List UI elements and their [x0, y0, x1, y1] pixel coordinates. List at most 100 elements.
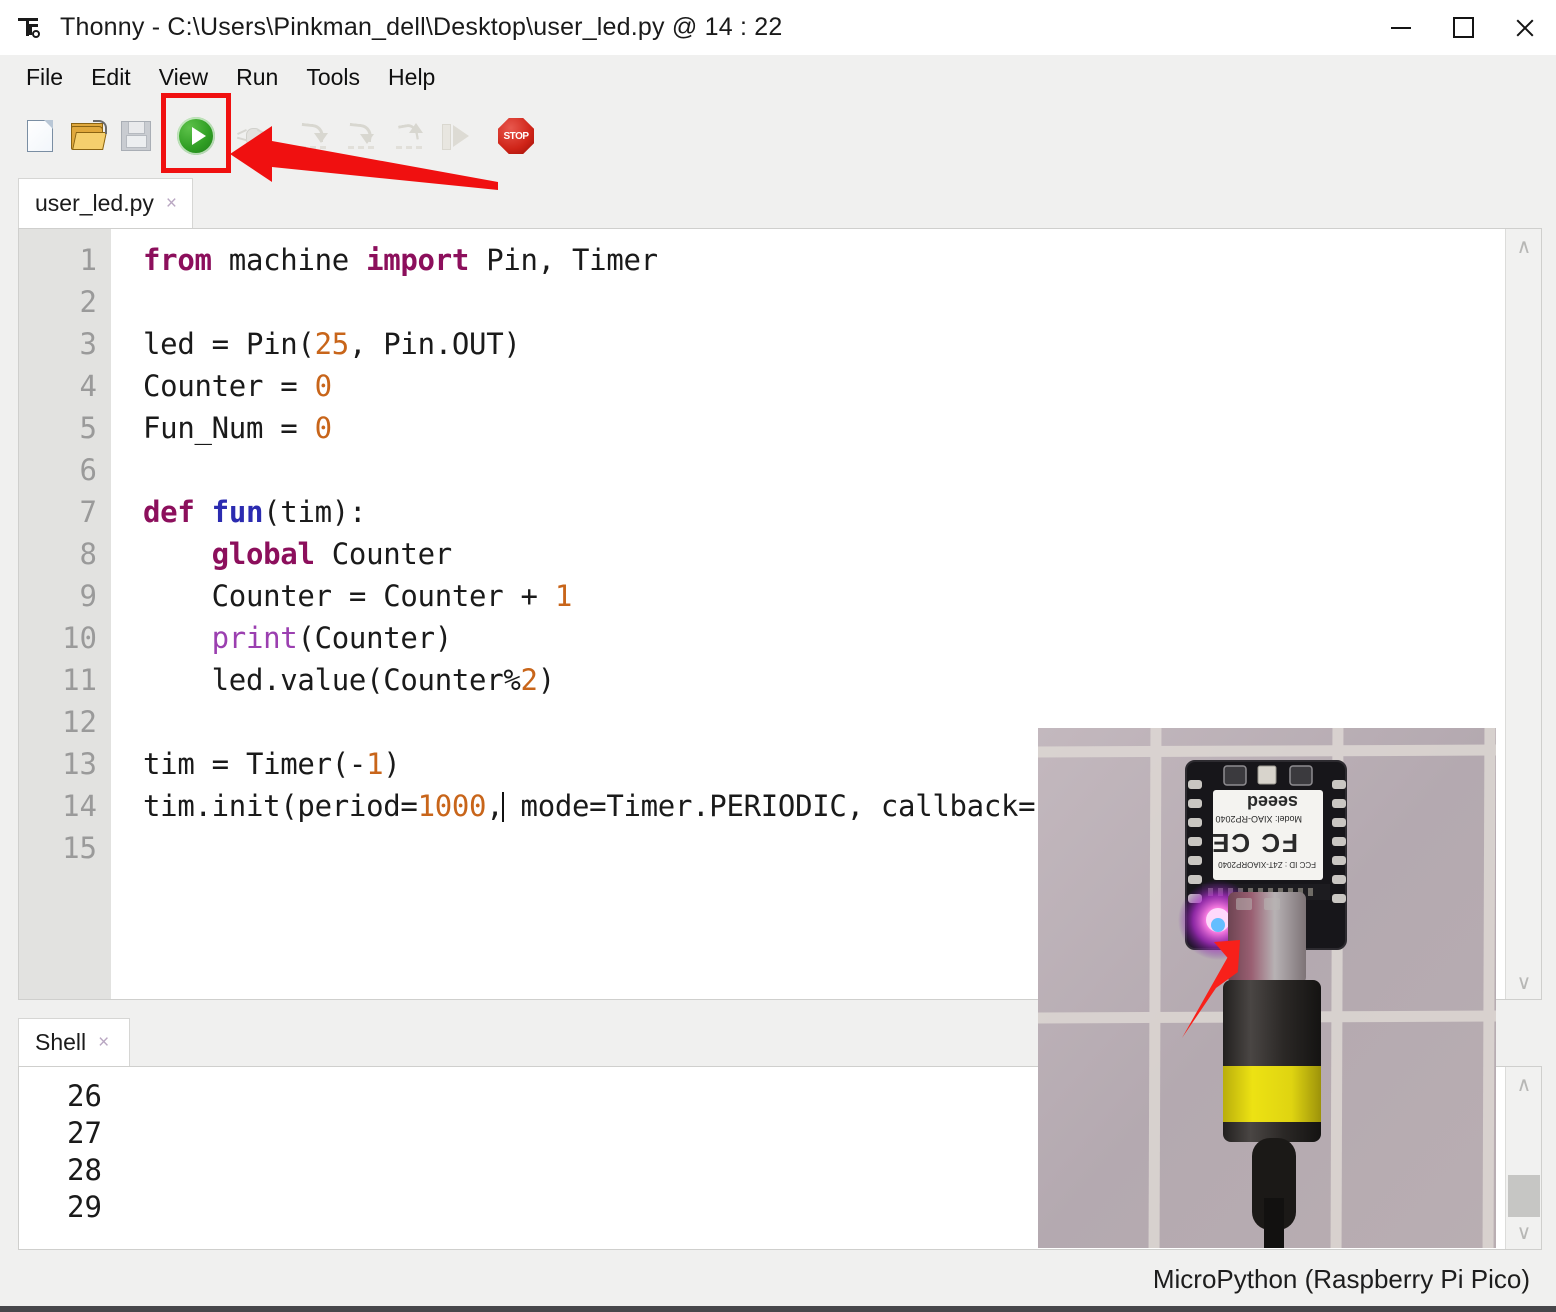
svg-text:FC CE: FC CE: [1210, 828, 1298, 858]
code-line[interactable]: tim.init(period=1000, mode=Timer.PERIODI…: [143, 789, 1104, 823]
stop-button[interactable]: STOP: [494, 114, 538, 158]
close-icon: [1514, 17, 1536, 39]
run-script-button[interactable]: [174, 114, 218, 158]
open-folder-icon: [71, 119, 107, 150]
step-over-icon: [297, 121, 331, 151]
menu-item-help[interactable]: Help: [374, 62, 449, 93]
svg-text:Model: XIAO-RP2040: Model: XIAO-RP2040: [1215, 814, 1302, 824]
shell-vertical-scrollbar[interactable]: ∧ ∨: [1505, 1067, 1541, 1249]
debug-bug-icon: [236, 121, 268, 151]
code-line[interactable]: Counter = 0: [143, 369, 332, 403]
shell-output-line: 29: [67, 1190, 102, 1224]
window-title: Thonny - C:\Users\Pinkman_dell\Desktop\u…: [60, 13, 783, 41]
shell-scroll-down-icon[interactable]: ∨: [1506, 1215, 1541, 1249]
new-file-button[interactable]: [18, 114, 62, 158]
open-file-button[interactable]: [66, 114, 110, 158]
line-number: 7: [79, 495, 97, 529]
code-token: fun: [211, 495, 264, 529]
shell-output-line: 26: [67, 1079, 102, 1113]
code-token: from: [143, 243, 212, 277]
line-number: 5: [79, 411, 97, 445]
shell-tab[interactable]: Shell ×: [18, 1018, 130, 1066]
menu-item-run[interactable]: Run: [222, 62, 292, 93]
save-floppy-icon: [121, 121, 151, 151]
svg-text:FCC ID : Z4T-XIAORP2040: FCC ID : Z4T-XIAORP2040: [1218, 860, 1316, 869]
step-into-button[interactable]: [340, 114, 384, 158]
menu-item-edit[interactable]: Edit: [77, 62, 145, 93]
menu-bar: File Edit View Run Tools Help: [0, 55, 1556, 100]
code-token: machine: [211, 243, 367, 277]
svg-text:seeed: seeed: [1247, 792, 1298, 812]
debug-script-button[interactable]: [230, 114, 274, 158]
code-token: led.value(Counter%: [143, 663, 521, 697]
code-line[interactable]: led.value(Counter%2): [143, 663, 556, 697]
toolbar: STOP: [0, 100, 1556, 172]
status-bar: MicroPython (Raspberry Pi Pico): [0, 1252, 1556, 1312]
title-bar: Thonny - C:\Users\Pinkman_dell\Desktop\u…: [0, 0, 1556, 55]
shell-scroll-thumb[interactable]: [1508, 1175, 1540, 1217]
code-token: Pin, Timer: [469, 243, 658, 277]
editor-scroll-down-icon[interactable]: ∨: [1506, 965, 1541, 999]
save-file-button[interactable]: [114, 114, 158, 158]
code-line[interactable]: Counter = Counter + 1: [143, 579, 573, 613]
line-number-gutter: 1 2 3 4 5 6 7 8 9 10 11 12 13 14 15: [19, 229, 111, 999]
code-token: , Pin.OUT): [348, 327, 521, 361]
menu-item-file[interactable]: File: [12, 62, 77, 93]
code-token: Counter = Counter +: [143, 579, 555, 613]
close-button[interactable]: [1494, 0, 1556, 55]
line-number: 13: [62, 747, 97, 781]
shell-tab-close-icon[interactable]: ×: [98, 1032, 109, 1054]
code-token: tim = Timer(-: [143, 747, 367, 781]
code-token: global: [211, 537, 315, 571]
step-over-button[interactable]: [292, 114, 336, 158]
menu-item-view[interactable]: View: [145, 62, 222, 93]
line-number: 12: [62, 705, 97, 739]
run-play-icon: [177, 117, 215, 155]
code-line[interactable]: tim = Timer(-1): [143, 747, 401, 781]
editor-tab-close-icon[interactable]: ×: [166, 193, 177, 215]
code-line[interactable]: from machine import Pin, Timer: [143, 243, 658, 277]
code-line[interactable]: Fun_Num = 0: [143, 411, 332, 445]
thonny-window: Thonny - C:\Users\Pinkman_dell\Desktop\u…: [0, 0, 1556, 1312]
code-line[interactable]: def fun(tim):: [143, 495, 366, 529]
maximize-icon: [1452, 17, 1474, 38]
line-number: 8: [79, 537, 97, 571]
maximize-button[interactable]: [1432, 0, 1494, 55]
editor-vertical-scrollbar[interactable]: ∧ ∨: [1505, 229, 1541, 999]
minimize-button[interactable]: [1370, 0, 1432, 55]
stop-sign-icon: STOP: [498, 118, 534, 154]
code-token: ): [383, 747, 401, 781]
code-token: Counter =: [143, 369, 315, 403]
resume-button[interactable]: [434, 114, 478, 158]
step-out-button[interactable]: [388, 114, 432, 158]
code-token: (tim):: [263, 495, 367, 529]
line-number: 2: [79, 285, 97, 319]
editor-scroll-up-icon[interactable]: ∧: [1506, 229, 1541, 263]
editor-tab-strip: user_led.py ×: [18, 178, 1542, 228]
code-line[interactable]: global Counter: [143, 537, 453, 571]
editor-tab-user-led[interactable]: user_led.py ×: [18, 178, 193, 228]
code-token: Fun_Num =: [143, 411, 315, 445]
code-line[interactable]: print(Counter): [143, 621, 453, 655]
line-number: 4: [79, 369, 97, 403]
code-token: mode=Timer.PERIODIC, callback=fun): [503, 789, 1105, 823]
interpreter-status[interactable]: MicroPython (Raspberry Pi Pico): [1153, 1264, 1530, 1295]
shell-scroll-up-icon[interactable]: ∧: [1506, 1067, 1541, 1101]
code-token: ): [537, 663, 555, 697]
code-line[interactable]: led = Pin(25, Pin.OUT): [143, 327, 521, 361]
code-token: ,: [486, 789, 504, 823]
line-number: 9: [79, 579, 97, 613]
line-number: 15: [62, 831, 97, 865]
code-token: 2: [520, 663, 538, 697]
new-file-icon: [27, 120, 53, 152]
line-number: 3: [79, 327, 97, 361]
line-number: 6: [79, 453, 97, 487]
line-number: 10: [62, 621, 97, 655]
thonny-app-icon: [14, 13, 44, 43]
menu-item-tools[interactable]: Tools: [292, 62, 374, 93]
step-out-icon: [393, 121, 427, 151]
code-token: 0: [314, 369, 332, 403]
